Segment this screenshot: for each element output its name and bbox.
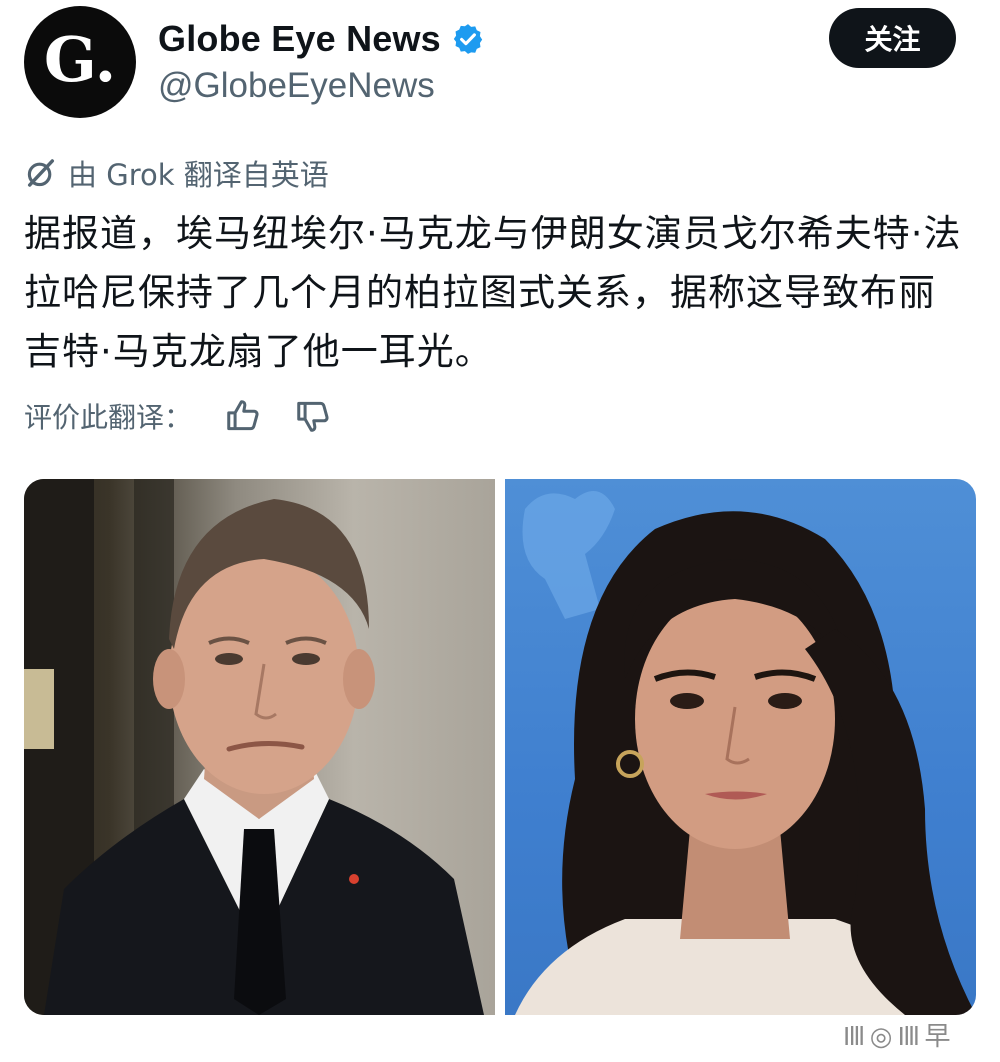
thumbs-down-icon[interactable] xyxy=(294,397,332,435)
account-handle[interactable]: @GlobeEyeNews xyxy=(158,66,435,106)
follow-button[interactable]: 关注 xyxy=(829,8,956,68)
thumbs-up-icon[interactable] xyxy=(224,397,262,435)
avatar[interactable]: G. xyxy=(24,6,136,118)
name-row: Globe Eye News xyxy=(158,18,485,60)
translation-notice: 由 Grok 翻译自英语 xyxy=(24,152,329,194)
tweet-text: 据报道，埃马纽埃尔·马克龙与伊朗女演员戈尔希夫特·法拉哈尼保持了几个月的柏拉图式… xyxy=(24,212,962,373)
grok-icon xyxy=(24,156,58,190)
tweet-media[interactable] xyxy=(24,479,976,1015)
rate-translation-label: 评价此翻译： xyxy=(24,401,193,434)
watermark: Illl ◎ Illl 早 xyxy=(843,1021,950,1051)
photo-man-in-suit[interactable] xyxy=(24,479,495,1015)
avatar-logo-letter: G. xyxy=(43,23,117,96)
rate-translation-row: 评价此翻译： xyxy=(24,396,332,436)
photo-woman-blue-backdrop[interactable] xyxy=(505,479,976,1015)
tweet-header: G. Globe Eye News @GlobeEyeNews 关注 xyxy=(0,0,1000,130)
display-name[interactable]: Globe Eye News xyxy=(158,18,441,60)
verified-badge-icon xyxy=(451,22,485,56)
translation-notice-text: 由 Grok 翻译自英语 xyxy=(68,158,329,192)
